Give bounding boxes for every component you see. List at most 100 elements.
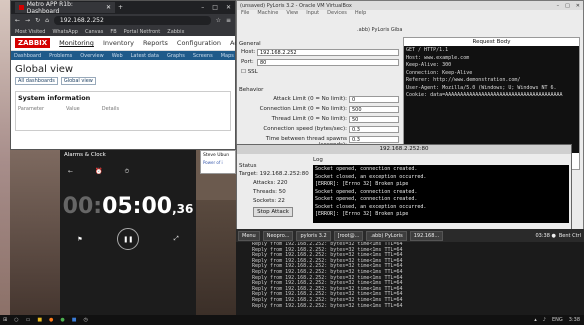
- request-line: Host: www.example.com: [406, 54, 470, 61]
- system-information-widget: System information Parameter Value Detai…: [15, 91, 231, 131]
- bookmark-item[interactable]: Portal Netfront: [124, 29, 161, 35]
- close-tab-icon[interactable]: ✕: [106, 4, 111, 11]
- task-view-icon[interactable]: ▭: [26, 317, 31, 323]
- minimize-icon[interactable]: –: [201, 4, 204, 11]
- connection-limit-field[interactable]: 500: [349, 106, 399, 113]
- bookmark-star-icon[interactable]: ☆: [216, 17, 221, 24]
- breadcrumb: All dashboards Global view: [11, 77, 235, 85]
- close-icon[interactable]: ✕: [576, 3, 580, 9]
- ping-terminal[interactable]: Reply from 192.168.2.252: bytes=32 time<…: [236, 242, 584, 315]
- side-window-title: Steve Ubun: [203, 153, 230, 158]
- menu-help[interactable]: Help: [355, 10, 366, 18]
- connection-speed-field[interactable]: 0.3: [349, 126, 399, 133]
- windows-start-icon[interactable]: ⊞: [3, 317, 7, 323]
- flag-icon[interactable]: ⚑: [77, 236, 82, 243]
- minimize-icon[interactable]: –: [557, 3, 560, 9]
- zabbix-header: ZABBIX Monitoring Inventory Reports Conf…: [11, 36, 258, 51]
- request-line: User-Agent: Mozilla/5.0 (Windows; U; Win…: [406, 84, 557, 91]
- menu-view[interactable]: View: [286, 10, 298, 18]
- menu-monitoring[interactable]: Monitoring: [59, 39, 94, 47]
- submenu-item[interactable]: Problems: [49, 53, 72, 59]
- back-icon[interactable]: ←: [68, 168, 73, 176]
- clock-app-icon[interactable]: ◷: [84, 317, 88, 323]
- browser-tab[interactable]: Metro APP R1b: Dashboard ✕: [15, 1, 115, 15]
- host-key-label: Bent Ctrl: [558, 232, 581, 239]
- thread-spawn-field[interactable]: 0.3: [349, 136, 399, 143]
- system-clock[interactable]: 3:38: [569, 317, 580, 323]
- side-window-sub: Power of i: [203, 160, 223, 165]
- menu-machine[interactable]: Machine: [257, 10, 278, 18]
- port-field[interactable]: 80: [257, 59, 399, 66]
- bookmark-item[interactable]: Most Visited: [15, 29, 45, 35]
- close-icon[interactable]: ✕: [226, 4, 231, 11]
- crumb-all-dashboards[interactable]: All dashboards: [15, 77, 58, 85]
- home-icon[interactable]: ⌂: [45, 17, 49, 24]
- request-line: Connection: Keep-Alive: [406, 69, 473, 76]
- pause-button[interactable]: ❚❚: [117, 228, 140, 250]
- search-icon[interactable]: ○: [14, 317, 18, 323]
- menu-input[interactable]: Input: [306, 10, 319, 18]
- taskbar-item[interactable]: 192.168...: [409, 230, 444, 241]
- widget-columns: Parameter Value Details: [16, 104, 230, 114]
- widget-title: System information: [18, 94, 91, 102]
- submenu-item[interactable]: Screens: [193, 53, 213, 59]
- reload-icon[interactable]: ↻: [35, 17, 40, 24]
- bookmark-item[interactable]: FB: [110, 29, 116, 35]
- firefox-icon[interactable]: ●: [49, 317, 53, 323]
- column-header: Parameter: [18, 106, 45, 112]
- stop-attack-button[interactable]: Stop Attack: [253, 207, 293, 217]
- back-icon[interactable]: ←: [15, 17, 20, 24]
- log-output[interactable]: Socket opened, connection created. Socke…: [313, 165, 569, 223]
- taskbar-item[interactable]: Neopro...: [262, 230, 294, 241]
- menu-configuration[interactable]: Configuration: [177, 39, 221, 47]
- background-photo: [196, 200, 236, 315]
- vm-menu-button[interactable]: Menu: [238, 230, 260, 241]
- address-bar[interactable]: 192.168.2.252: [53, 16, 211, 25]
- network-icon[interactable]: ▴: [534, 317, 537, 323]
- attack-limit-field[interactable]: 0: [349, 96, 399, 103]
- taskbar-item[interactable]: pyloris 3.2: [296, 230, 331, 241]
- submenu-item[interactable]: Dashboard: [14, 53, 41, 59]
- volume-icon[interactable]: ♪: [543, 317, 546, 323]
- submenu-item[interactable]: Overview: [80, 53, 104, 59]
- submenu-item[interactable]: Graphs: [167, 53, 185, 59]
- maximize-icon[interactable]: □: [212, 4, 218, 11]
- virtualbox-icon[interactable]: ■: [72, 317, 77, 323]
- taskbar-item[interactable]: [root@...: [333, 230, 364, 241]
- log-line: Socket closed, an exception occurred.: [315, 203, 427, 210]
- maximize-icon[interactable]: □: [565, 3, 570, 9]
- address-bar-text: 192.168.2.252: [59, 17, 104, 24]
- explorer-icon[interactable]: ■: [37, 317, 42, 323]
- host-field[interactable]: 192.168.2.252: [257, 49, 399, 56]
- expand-icon[interactable]: ⤢: [174, 235, 179, 243]
- language-indicator[interactable]: ENG: [552, 317, 563, 323]
- menu-inventory[interactable]: Inventory: [103, 39, 134, 47]
- request-body-textarea[interactable]: GET / HTTP/1.1 Host: www.example.com Kee…: [404, 46, 579, 153]
- menu-file[interactable]: File: [241, 10, 249, 18]
- chrome-icon[interactable]: ●: [60, 317, 64, 323]
- submenu-item[interactable]: Web: [112, 53, 123, 59]
- bookmark-item[interactable]: Canvas: [85, 29, 103, 35]
- ssl-checkbox[interactable]: ☐ SSL: [241, 69, 258, 75]
- log-line: Socket opened, connection created.: [315, 166, 418, 172]
- stopwatch-icon[interactable]: ⏱: [125, 168, 130, 176]
- bookmark-item[interactable]: WhatsApp: [52, 29, 78, 35]
- zabbix-logo[interactable]: ZABBIX: [15, 38, 51, 48]
- column-header: Value: [66, 106, 80, 112]
- menu-devices[interactable]: Devices: [327, 10, 347, 18]
- taskbar-item[interactable]: .abb) PyLoris: [366, 230, 407, 241]
- target-text: Target: 192.168.2.252:80: [239, 171, 309, 177]
- submenu-item[interactable]: Latest data: [131, 53, 159, 59]
- submenu-item[interactable]: Maps: [221, 53, 234, 59]
- crumb-global-view[interactable]: Global view: [60, 77, 96, 85]
- bookmark-item[interactable]: Zabbix: [167, 29, 184, 35]
- side-window[interactable]: Steve Ubun Power of i: [200, 150, 236, 174]
- new-tab-icon[interactable]: +: [118, 4, 123, 11]
- thread-limit-field[interactable]: 50: [349, 116, 399, 123]
- menu-icon[interactable]: ≡: [226, 17, 231, 24]
- background-photo: [10, 150, 60, 315]
- menu-reports[interactable]: Reports: [143, 39, 168, 47]
- forward-icon[interactable]: →: [25, 17, 30, 24]
- alarm-icon[interactable]: ⏰: [95, 168, 102, 176]
- vm-menubar: File Machine View Input Devices Help: [237, 10, 583, 18]
